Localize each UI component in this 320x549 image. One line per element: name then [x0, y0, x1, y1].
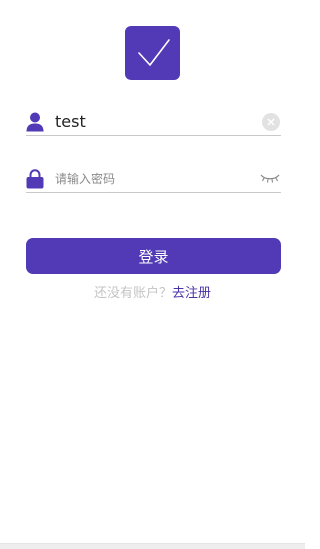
clear-circle-icon[interactable] — [262, 113, 280, 131]
username-value[interactable]: test — [55, 110, 86, 134]
login-screen: test 登录 还没有账户？去注册 — [0, 0, 305, 549]
bottom-bar — [0, 543, 305, 549]
checkmark-icon — [137, 39, 170, 66]
password-input[interactable] — [55, 168, 245, 190]
register-hint: 还没有账户？ — [93, 286, 172, 301]
eye-closed-icon[interactable] — [260, 172, 280, 184]
user-icon — [26, 112, 44, 132]
password-field[interactable] — [26, 166, 281, 193]
register-prompt: 还没有账户？去注册 — [0, 285, 305, 303]
register-link[interactable]: 去注册 — [172, 286, 211, 301]
login-button[interactable]: 登录 — [26, 238, 281, 274]
username-field[interactable]: test — [26, 109, 281, 136]
app-logo — [125, 26, 180, 80]
lock-icon — [26, 169, 44, 189]
